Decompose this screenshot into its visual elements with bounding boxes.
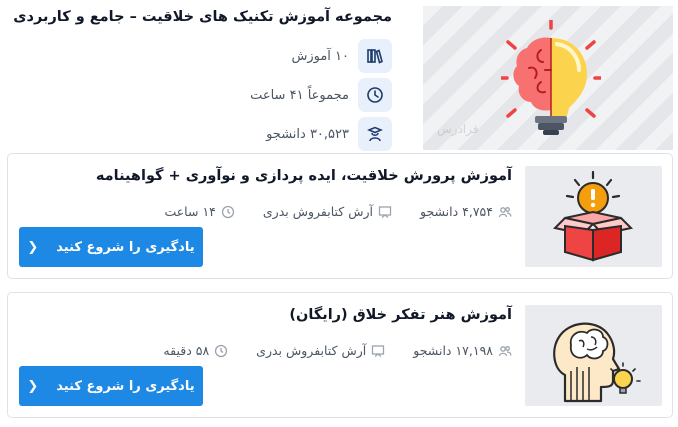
clock-icon <box>358 78 392 112</box>
course-stats: ۱۷,۱۹۸ دانشجو آرش کتابفروش بدری ۵۸ دقیقه <box>163 343 512 358</box>
start-learning-label: یادگیری را شروع کنید <box>56 239 195 255</box>
course-instructor-stat: آرش کتابفروش بدری <box>256 343 385 358</box>
course-instructor[interactable]: آرش کتابفروش بدری <box>256 343 366 358</box>
chevron-left-icon: ❮ <box>27 239 39 255</box>
idea-box-icon <box>552 170 634 262</box>
collection-courses-count: ۱۰ آموزش <box>291 48 349 64</box>
thinking-head-icon <box>553 322 641 403</box>
presentation-icon <box>378 205 392 218</box>
course-students: ۱۷,۱۹۸ دانشجو <box>413 343 493 358</box>
collection-header: فرادرس مجموعه آموزش تکنیک های خلاقیت – ج… <box>0 0 678 151</box>
start-learning-button[interactable]: یادگیری را شروع کنید ❮ <box>19 366 203 406</box>
course-students: ۴,۷۵۴ دانشجو <box>419 204 493 219</box>
collection-thumbnail[interactable]: فرادرس <box>423 6 673 150</box>
course-card: آموزش پرورش خلاقیت، ایده پردازی و نوآوری… <box>7 153 673 279</box>
start-learning-label: یادگیری را شروع کنید <box>56 378 195 394</box>
course-duration: ۵۸ دقیقه <box>163 343 210 358</box>
course-instructor-stat: آرش کتابفروش بدری <box>263 204 392 219</box>
brain-bulb-icon <box>501 20 601 135</box>
clock-icon <box>215 344 228 357</box>
clock-icon <box>221 205 235 218</box>
course-title[interactable]: آموزش هنر تفکر خلاق (رایگان) <box>289 307 512 323</box>
course-stats: ۴,۷۵۴ دانشجو آرش کتابفروش بدری ۱۴ ساعت <box>164 204 512 219</box>
presentation-icon <box>372 344 385 357</box>
collection-hours-row: مجموعاً ۴۱ ساعت <box>250 78 392 112</box>
start-learning-button[interactable]: یادگیری را شروع کنید ❮ <box>19 227 203 267</box>
graduate-icon <box>358 117 392 151</box>
course-title[interactable]: آموزش پرورش خلاقیت، ایده پردازی و نوآوری… <box>96 168 512 184</box>
collection-total-hours: مجموعاً ۴۱ ساعت <box>250 87 349 103</box>
books-icon <box>358 39 392 73</box>
users-icon <box>498 206 512 217</box>
course-students-stat: ۱۷,۱۹۸ دانشجو <box>413 343 512 358</box>
course-card: آموزش هنر تفکر خلاق (رایگان) ۱۷,۱۹۸ دانش… <box>7 292 673 418</box>
course-duration-stat: ۱۴ ساعت <box>164 204 235 219</box>
course-instructor[interactable]: آرش کتابفروش بدری <box>263 204 373 219</box>
collection-title[interactable]: مجموعه آموزش تکنیک های خلاقیت – جامع و ک… <box>13 9 392 25</box>
course-students-stat: ۴,۷۵۴ دانشجو <box>420 204 512 219</box>
collection-students-row: ۳۰,۵۲۳ دانشجو <box>266 117 392 151</box>
course-duration: ۱۴ ساعت <box>164 204 216 219</box>
collection-courses-count-row: ۱۰ آموزش <box>291 39 392 73</box>
chevron-left-icon: ❮ <box>27 378 39 394</box>
users-icon <box>498 345 512 356</box>
course-thumbnail[interactable] <box>525 166 662 267</box>
watermark-text: فرادرس <box>437 122 479 136</box>
course-duration-stat: ۵۸ دقیقه <box>163 343 228 358</box>
course-thumbnail[interactable] <box>525 305 662 406</box>
collection-students: ۳۰,۵۲۳ دانشجو <box>266 126 349 142</box>
